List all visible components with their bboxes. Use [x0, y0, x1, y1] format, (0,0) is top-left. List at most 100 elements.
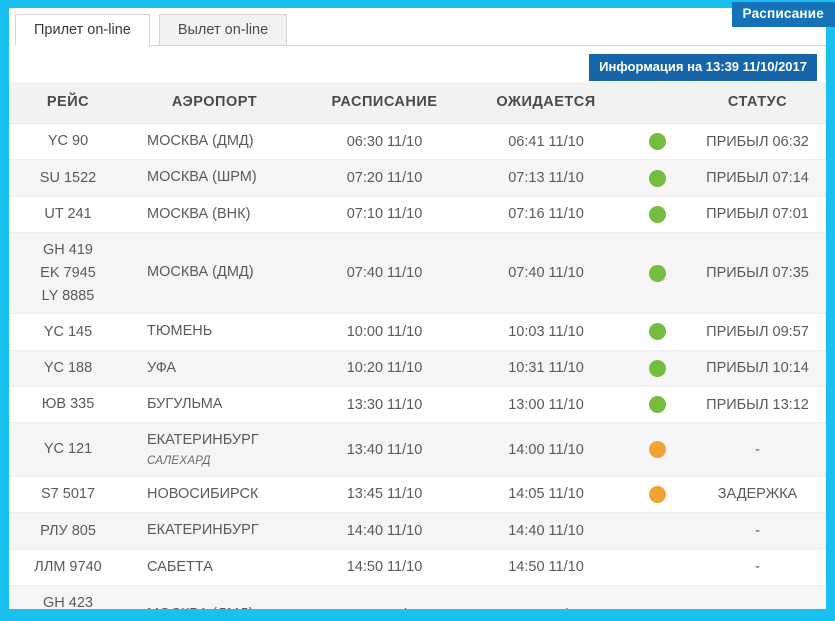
table-row[interactable]: YC 188 УФА 10:20 11/10 10:31 11/10 ПРИБЫЛ 10…: [9, 350, 826, 387]
status-dot-green: [648, 169, 666, 187]
cell-expected-time: 10:31 11/10: [467, 350, 625, 387]
tab-arrivals[interactable]: Прилет on-line: [15, 13, 150, 46]
cell-scheduled-time: 10:00 11/10: [302, 313, 467, 351]
cell-scheduled-time: 13:40 11/10: [302, 422, 467, 477]
table-row[interactable]: SU 1522 МОСКВА (ШРМ) 07:20 11/10 07:13 11/1…: [9, 159, 826, 197]
flight-code: РЛУ 805: [40, 522, 96, 539]
cell-flight: UT 241: [9, 196, 127, 234]
status-dot-green: [648, 133, 666, 151]
cell-expected-time: 14:00 11/10: [467, 422, 625, 477]
cell-expected-time: 07:16 11/10: [467, 196, 625, 234]
cell-airport: УФА: [127, 350, 302, 387]
cell-airport: МОСКВА (ДМД): [127, 585, 302, 609]
cell-flight: GH 423EY 4322: [9, 585, 127, 609]
table-row[interactable]: UT 241 МОСКВА (ВНК) 07:10 11/10 07:16 11/10…: [9, 196, 826, 234]
flight-code: YC 145: [43, 323, 93, 340]
cell-status-text: ПРИБЫЛ 10:14: [689, 350, 826, 387]
cell-expected-time: 13:00 11/10: [467, 386, 625, 424]
flight-code-list: UT 241: [9, 206, 127, 223]
airport-via-name: САЛЕХАРД: [147, 454, 211, 467]
column-header-airport: АЭРОПОРТ: [127, 82, 302, 124]
cell-status-indicator: [625, 422, 689, 477]
cell-status-indicator: [625, 476, 689, 514]
info-bar-row: Информация на 13:39 11/10/2017: [9, 46, 826, 82]
cell-status-text: ЗАДЕРЖКА: [689, 476, 826, 514]
table-row[interactable]: РЛУ 805 ЕКАТЕРИНБУРГ 14:40 11/10 14:40 11/1…: [9, 512, 826, 550]
cell-flight: РЛУ 805: [9, 512, 127, 550]
flight-code: LY 8885: [41, 287, 95, 304]
cell-scheduled-time: 07:10 11/10: [302, 196, 467, 234]
cell-flight: YC 145: [9, 313, 127, 351]
column-header-expected: ОЖИДАЕТСЯ: [467, 82, 625, 124]
cell-flight: S7 5017: [9, 476, 127, 514]
cell-flight: YC 90: [9, 123, 127, 161]
flight-code-list: SU 1522: [9, 170, 127, 187]
tab-departures[interactable]: Вылет on-line: [158, 13, 288, 46]
schedule-badge[interactable]: Расписание: [731, 2, 835, 27]
cell-airport: САБЕТТА: [127, 549, 302, 586]
cell-scheduled-time: 10:20 11/10: [302, 350, 467, 387]
cell-flight: SU 1522: [9, 159, 127, 197]
cell-flight: YC 188: [9, 350, 127, 387]
flight-code: YC 121: [43, 441, 93, 458]
flight-code: YC 188: [43, 359, 93, 376]
flight-code: EK 7945: [40, 264, 96, 281]
cell-airport: МОСКВА (ВНК): [127, 196, 302, 234]
airport-name: САБЕТТА: [147, 558, 213, 575]
status-dot-green: [648, 264, 666, 282]
flight-code-list: ЛЛМ 9740: [9, 559, 127, 576]
airport-name: БУГУЛЬМА: [147, 395, 223, 412]
status-dot-green: [648, 359, 666, 377]
cell-status-text: ПРИБЫЛ 07:35: [689, 232, 826, 315]
flight-code-list: GH 423EY 4322: [9, 595, 127, 609]
cell-status-text: ПРИБЫЛ 09:57: [689, 313, 826, 351]
flight-code-list: GH 419 EK 7945 LY 8885: [9, 242, 127, 304]
airport-name: УФА: [147, 359, 177, 376]
cell-airport: ЕКАТЕРИНБУРГ САЛЕХАРД: [127, 422, 302, 477]
table-row[interactable]: GH 423EY 4322МОСКВА (ДМД)16:45 11/1016:4…: [9, 585, 826, 609]
cell-status-indicator: [625, 123, 689, 161]
airport-name: МОСКВА (ДМД): [147, 133, 254, 149]
flight-code-list: YC 121: [9, 441, 127, 458]
cell-status-indicator: [625, 585, 689, 609]
cell-status-indicator: [625, 159, 689, 197]
flight-code-list: YC 188: [9, 360, 127, 377]
table-row[interactable]: YC 90 МОСКВА (ДМД) 06:30 11/10 06:41 11/10 П…: [9, 123, 826, 161]
table-row[interactable]: ЛЛМ 9740 САБЕТТА 14:50 11/10 14:50 11/10 -: [9, 549, 826, 586]
airport-name: НОВОСИБИРСК: [147, 485, 259, 502]
table-row[interactable]: ЮВ 335 БУГУЛЬМА 13:30 11/10 13:00 11/10 ПРИБ…: [9, 386, 826, 424]
table-row[interactable]: S7 5017 НОВОСИБИРСК 13:45 11/10 14:05 11/10…: [9, 476, 826, 514]
table-row[interactable]: YC 145 ТЮМЕНЬ 10:00 11/10 10:03 11/10 ПРИБЫЛ…: [9, 313, 826, 351]
status-dot-green: [648, 396, 666, 414]
cell-status-indicator: [625, 232, 689, 315]
cell-status-text: ПРИБЫЛ 06:32: [689, 123, 826, 161]
cell-airport: НОВОСИБИРСК: [127, 476, 302, 514]
table-row[interactable]: GH 419 EK 7945 LY 8885 МОСКВА (ДМД) 07:40 11…: [9, 232, 826, 315]
flight-code: SU 1522: [39, 169, 97, 186]
flight-table: РЕЙС АЭРОПОРТ РАСПИСАНИЕ ОЖИДАЕТСЯ СТАТУ…: [9, 82, 826, 609]
tab-bar: Прилет on-line Вылет on-line: [15, 13, 826, 46]
cell-status-indicator: [625, 386, 689, 424]
cell-airport: ТЮМЕНЬ: [127, 313, 302, 351]
flight-code-list: S7 5017: [9, 486, 127, 503]
cell-status-indicator: [625, 350, 689, 387]
flight-code: ЮВ 335: [41, 396, 95, 413]
cell-airport: МОСКВА (ДМД): [127, 123, 302, 161]
airport-name: ЕКАТЕРИНБУРГ: [147, 432, 259, 449]
flight-code: S7 5017: [40, 486, 96, 503]
cell-airport: ЕКАТЕРИНБУРГ: [127, 512, 302, 550]
cell-expected-time: 06:41 11/10: [467, 123, 625, 161]
status-dot-green: [648, 205, 666, 223]
frame-right-border: [826, 0, 835, 621]
flight-code-list: ЮВ 335: [9, 396, 127, 413]
cell-scheduled-time: 06:30 11/10: [302, 123, 467, 161]
cell-status-indicator: [625, 196, 689, 234]
table-row[interactable]: YC 121 ЕКАТЕРИНБУРГ САЛЕХАРД 13:40 11/10 14:…: [9, 422, 826, 477]
cell-scheduled-time: 13:45 11/10: [302, 476, 467, 514]
cell-airport: МОСКВА (ШРМ): [127, 159, 302, 197]
cell-scheduled-time: 14:50 11/10: [302, 549, 467, 586]
status-dot-orange: [648, 485, 666, 503]
flight-code: ЛЛМ 9740: [34, 558, 102, 575]
flight-code-list: YC 145: [9, 324, 127, 341]
column-header-scheduled: РАСПИСАНИЕ: [302, 82, 467, 124]
